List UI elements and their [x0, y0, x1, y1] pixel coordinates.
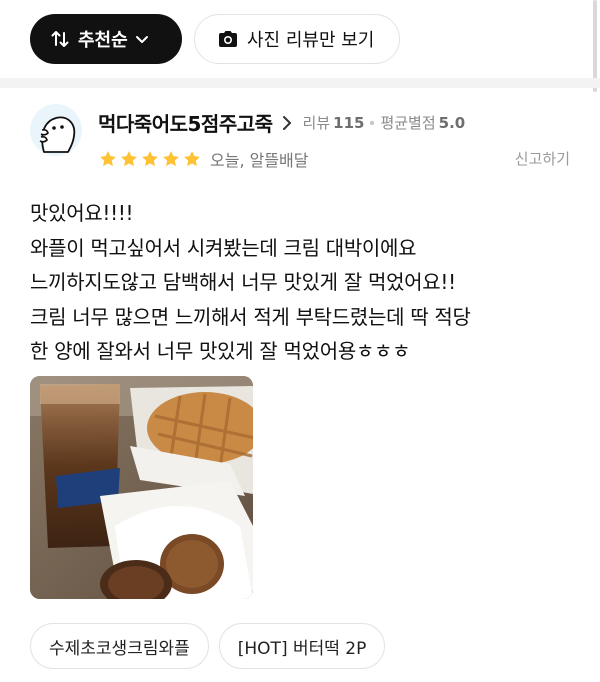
- chevron-right-icon[interactable]: [281, 115, 293, 131]
- star-icon: [121, 151, 137, 167]
- review-text-line: 느끼하지도않고 담백해서 너무 맛있게 잘 먹었어요!!: [30, 270, 456, 294]
- sort-label: 추천순: [78, 30, 128, 51]
- rating-row: 오늘, 알뜰배달: [98, 147, 309, 171]
- filter-bar: 추천순 사진 리뷰만 보기: [30, 14, 400, 64]
- menu-tag[interactable]: 수제초코생크림와플: [30, 623, 209, 669]
- menu-tag[interactable]: [HOT] 버터떡 2P: [218, 623, 386, 669]
- star-icon: [142, 151, 158, 167]
- review-photo[interactable]: [30, 376, 253, 599]
- star-icon: [163, 151, 179, 167]
- avatar[interactable]: [30, 104, 82, 156]
- review-count-value: 115: [333, 114, 365, 132]
- average-rating-value: 5.0: [438, 114, 466, 132]
- photo-review-filter-button[interactable]: 사진 리뷰만 보기: [194, 14, 400, 64]
- review-text-line: 와플이 먹고싶어서 시켜봤는데 크림 대박이에요: [30, 235, 417, 260]
- review-text-line: 맛있어요!!!!: [30, 201, 134, 225]
- star-rating: [98, 149, 202, 169]
- average-rating: 평균별점 5.0: [380, 112, 465, 133]
- review-date-delivery: 오늘, 알뜰배달: [210, 151, 309, 170]
- ordered-menu-tags: 수제초코생크림와플 [HOT] 버터떡 2P: [30, 623, 386, 669]
- photo-filter-label: 사진 리뷰만 보기: [247, 30, 375, 51]
- reviewer-info: 먹다죽어도5점주고죽 리뷰 115 평균별점 5.0: [98, 108, 465, 137]
- reviewer-name[interactable]: 먹다죽어도5점주고죽: [98, 108, 273, 137]
- review-text-line: 한 양에 잘와서 너무 맛있게 잘 먹었어용ㅎㅎㅎ: [30, 339, 411, 363]
- review-body: 맛있어요!!!! 와플이 먹고싶어서 시켜봤는데 크림 대박이에요느끼하지도않고 …: [30, 196, 570, 369]
- sort-dropdown-button[interactable]: 추천순: [30, 14, 182, 64]
- star-icon: [100, 151, 116, 167]
- section-divider: [0, 78, 600, 88]
- star-icon: [184, 151, 200, 167]
- review-text-line: 크림 너무 많으면 느끼해서 적게 부탁드렸는데 딱 적당: [30, 304, 471, 329]
- review-count: 리뷰 115: [303, 112, 365, 133]
- review-count-label: 리뷰: [302, 114, 331, 132]
- average-rating-label: 평균별점: [380, 114, 436, 132]
- sort-arrows-icon: [50, 29, 70, 49]
- chevron-down-icon: [134, 31, 150, 47]
- separator-dot: [370, 120, 375, 125]
- report-button[interactable]: 신고하기: [515, 148, 570, 169]
- camera-icon: [217, 29, 239, 49]
